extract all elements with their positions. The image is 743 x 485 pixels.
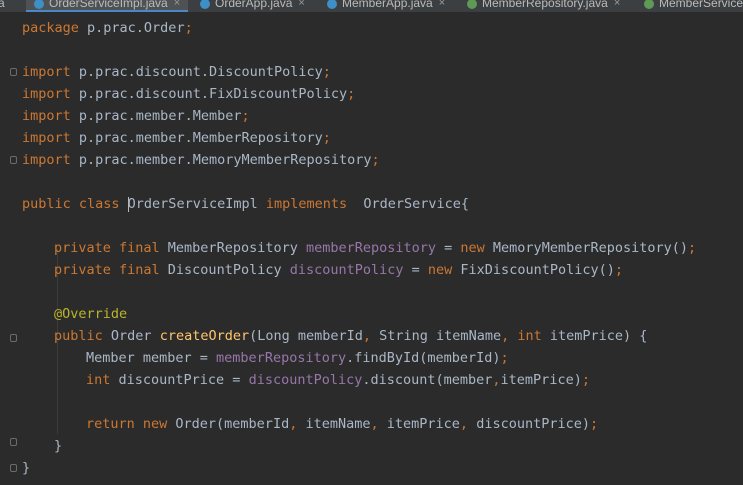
tab-label: MemberRepository.java [482, 0, 608, 10]
code-line-import: import p.prac.discount.FixDiscountPolicy… [22, 86, 356, 102]
close-icon[interactable]: × [614, 0, 620, 9]
tab-label: MemberService [659, 0, 743, 10]
close-icon[interactable]: × [439, 0, 445, 9]
fold-icon[interactable] [10, 68, 17, 76]
interface-icon [644, 0, 654, 9]
close-icon[interactable]: × [174, 0, 180, 9]
tab-memberservice[interactable]: MemberService [644, 0, 743, 12]
close-icon[interactable]: × [298, 0, 304, 9]
fold-icon[interactable] [10, 334, 17, 342]
tab-label: OrderServiceImpl.java [49, 0, 168, 10]
code-line-statement: Member member = memberRepository.findByI… [86, 350, 509, 366]
code-line-method-declaration: public Order createOrder(Long memberId, … [54, 328, 648, 344]
java-class-icon [327, 0, 337, 9]
editor-gutter [0, 12, 20, 485]
tab-label: a [0, 0, 5, 10]
tab-memberapp[interactable]: MemberApp.java × [327, 0, 445, 12]
editor-tab-bar: a OrderServiceImpl.java × OrderApp.java … [0, 0, 743, 12]
code-line-close-brace: } [54, 438, 63, 454]
tab-orderserviceimpl[interactable]: OrderServiceImpl.java × [26, 0, 189, 12]
interface-icon [467, 0, 477, 9]
code-editor[interactable]: package p.prac.Order; import p.prac.disc… [0, 12, 743, 485]
code-line-field: private final MemberRepository memberRep… [54, 240, 697, 256]
tab-memberrepository[interactable]: MemberRepository.java × [467, 0, 620, 12]
code-line-field: private final DiscountPolicy discountPol… [54, 262, 623, 278]
code-line-import: import p.prac.discount.DiscountPolicy; [22, 64, 331, 80]
code-line-close-brace: } [22, 460, 31, 476]
tab-orderapp[interactable]: OrderApp.java × [200, 0, 305, 12]
java-class-icon [200, 0, 210, 9]
tab-label: OrderApp.java [215, 0, 293, 10]
code-line-statement: int discountPrice = discountPolicy.disco… [86, 372, 590, 388]
code-line-import: import p.prac.member.Member; [22, 108, 250, 124]
code-line-import: import p.prac.member.MemoryMemberReposit… [22, 152, 380, 168]
tab-label: MemberApp.java [342, 0, 433, 10]
fold-icon[interactable] [10, 156, 17, 164]
code-line-import: import p.prac.member.MemberRepository; [22, 130, 331, 146]
fold-icon[interactable] [10, 438, 17, 446]
tab-partial[interactable]: a [0, 0, 5, 12]
code-line-package: package p.prac.Order; [22, 20, 193, 36]
code-line-class-declaration: public class OrderServiceImpl implements… [22, 196, 470, 212]
code-line-return: return new Order(memberId, itemName, ite… [86, 416, 599, 432]
fold-icon[interactable] [10, 464, 17, 472]
code-line-annotation: @Override [54, 306, 128, 322]
java-class-icon [34, 0, 44, 9]
